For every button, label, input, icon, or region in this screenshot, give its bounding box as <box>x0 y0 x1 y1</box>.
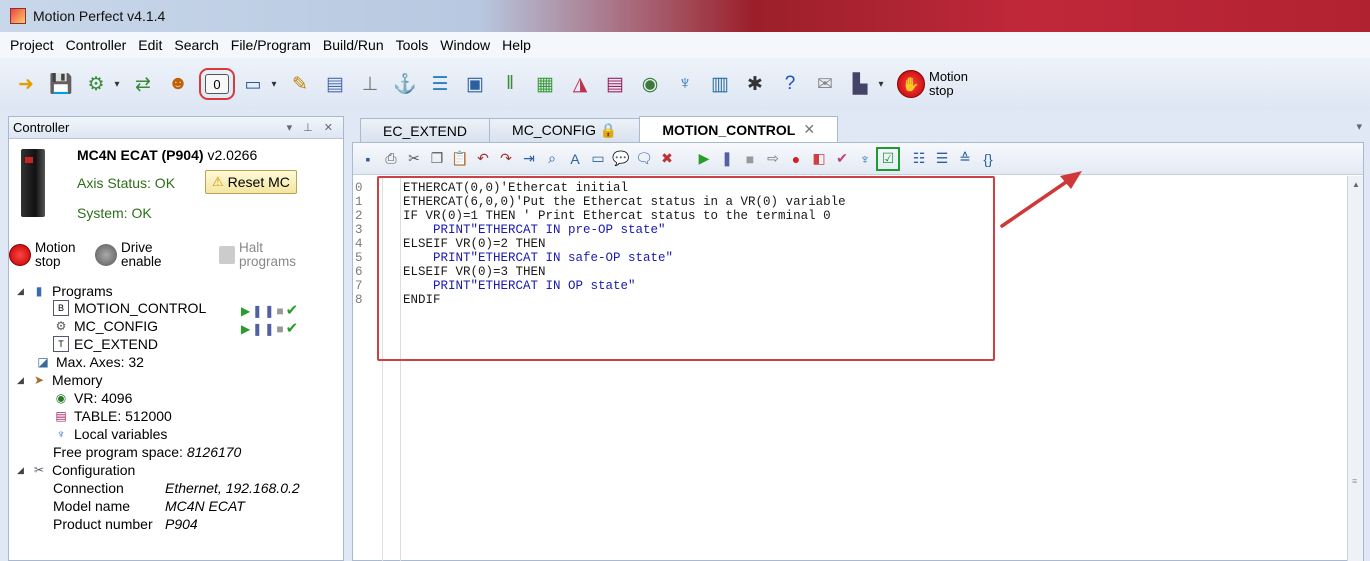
annotation-arrow <box>1000 171 1082 228</box>
